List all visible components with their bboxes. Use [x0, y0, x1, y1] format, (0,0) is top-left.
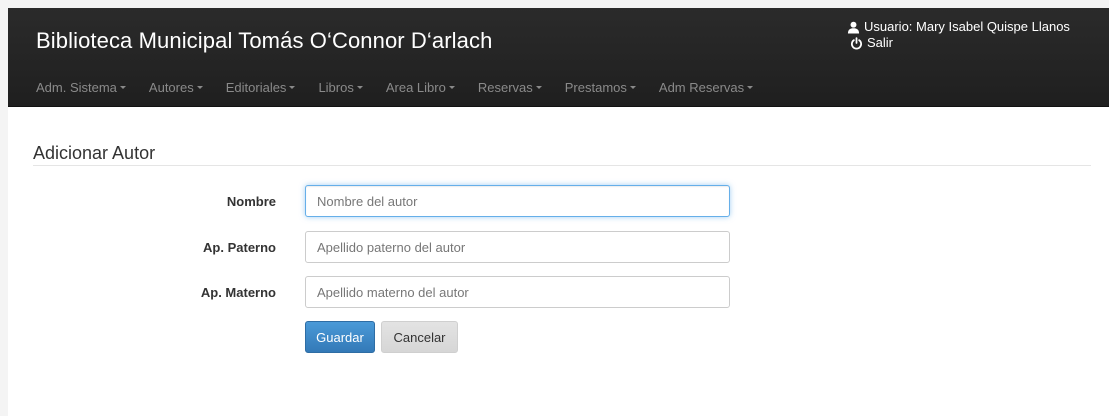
user-icon [847, 21, 860, 34]
caret-down-icon [448, 86, 455, 89]
cancel-button[interactable]: Cancelar [381, 321, 458, 353]
nav-item-autores[interactable]: Autores [149, 80, 203, 95]
ap-paterno-label: Ap. Paterno [203, 240, 276, 255]
nombre-label: Nombre [226, 194, 276, 209]
caret-down-icon [196, 86, 203, 89]
title-divider [33, 165, 1091, 166]
nav-item-reservas[interactable]: Reservas [478, 80, 542, 95]
ap-materno-input[interactable] [305, 276, 730, 308]
logout-link[interactable]: Salir [850, 35, 1097, 51]
site-title[interactable]: Biblioteca Municipal Tomás O‘Connor D‘ar… [36, 28, 492, 54]
top-header: Biblioteca Municipal Tomás O‘Connor D‘ar… [8, 8, 1109, 107]
caret-down-icon [289, 86, 296, 89]
logout-label[interactable]: Salir [867, 35, 893, 51]
nav-item-label: Autores [148, 79, 194, 95]
caret-down-icon [535, 86, 542, 89]
page-title: Adicionar Autor [33, 143, 156, 163]
nav-item-libros[interactable]: Libros [318, 79, 363, 95]
save-button[interactable]: Guardar [305, 321, 375, 353]
nav-item-adm-sistema[interactable]: Adm. Sistema [36, 80, 126, 95]
nav-item-label: Prestamos [564, 79, 627, 95]
nav-item-area-libro[interactable]: Area Libro [386, 80, 455, 95]
caret-down-icon [119, 86, 126, 89]
nav-item-label: Adm Reservas [658, 79, 745, 95]
ap-paterno-input[interactable] [305, 231, 730, 263]
nav-item-label: Libros [318, 79, 354, 95]
caret-down-icon [747, 86, 754, 89]
nav-item-prestamos[interactable]: Prestamos [565, 80, 636, 95]
nav-item-label: Editoriales [225, 79, 287, 95]
main-navbar: Adm. Sistema Autores Editoriales Libros … [36, 76, 776, 98]
caret-down-icon [629, 86, 636, 89]
nav-item-label: Reservas [477, 79, 533, 95]
nav-item-label: Area Libro [385, 79, 446, 95]
user-panel: Usuario: Mary Isabel Quispe Llanos Salir [847, 19, 1097, 51]
power-icon [850, 36, 863, 50]
nombre-input[interactable] [305, 185, 730, 217]
nav-item-label: Adm. Sistema [36, 79, 117, 95]
nav-item-editoriales[interactable]: Editoriales [226, 80, 296, 95]
user-info: Usuario: Mary Isabel Quispe Llanos [847, 19, 1097, 35]
page-container: Biblioteca Municipal Tomás O‘Connor D‘ar… [8, 8, 1109, 416]
caret-down-icon [356, 86, 363, 89]
ap-materno-label: Ap. Materno [200, 285, 276, 300]
nav-item-adm-reservas[interactable]: Adm Reservas [658, 79, 754, 95]
user-name-label: Usuario: Mary Isabel Quispe Llanos [864, 19, 1070, 34]
